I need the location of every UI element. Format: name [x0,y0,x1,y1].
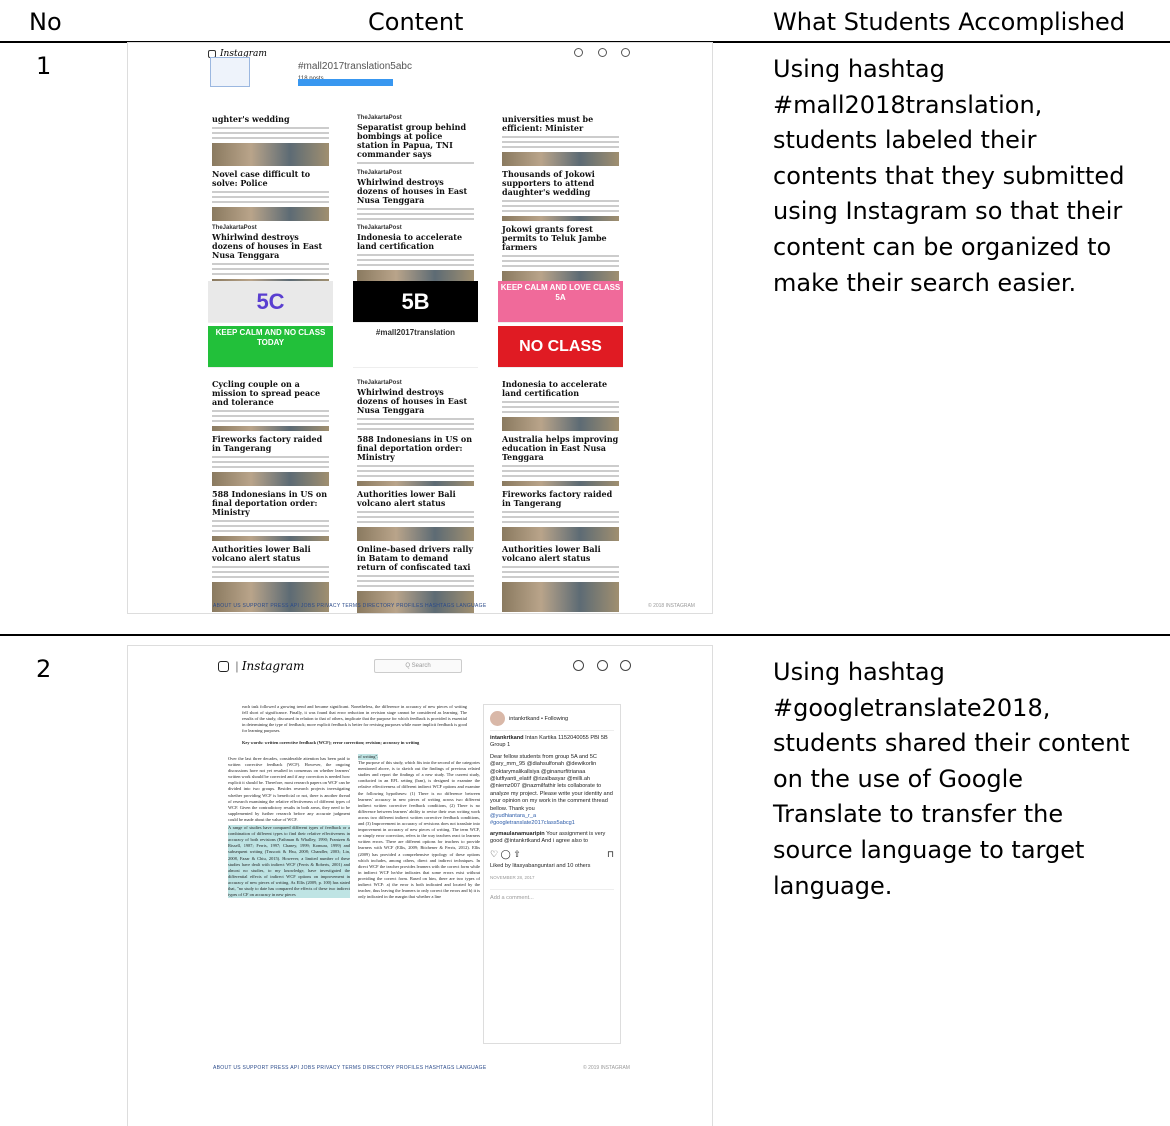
instagram-footer-links: ABOUT US SUPPORT PRESS API JOBS PRIVACY … [213,1065,487,1071]
post-caption-tags: @yudhiantara_r_a #googletranslate2017cla… [490,813,575,827]
paper-left-column: Over the last three decades, considerabl… [228,756,350,899]
post-header: intankrtkand • Following [490,711,614,731]
row1-description: Using hashtag #mall2018translation, studen… [773,52,1168,301]
news-headline: Fireworks factory raided in Tangerang [212,434,323,453]
paper-abstract: each task followed a growing trend and b… [242,704,467,734]
comment-icon: ◯ [500,848,511,859]
instagram-camera-icon [218,661,229,673]
class-poster: 5C [208,281,333,323]
description-line: #googletranslate2018, [773,693,1051,722]
highlighted-passage: A range of studies have compared differe… [228,825,350,899]
description-line: content can be organized to [773,232,1112,261]
news-headline: ughter's wedding [212,114,290,124]
class-poster: NO CLASS [498,326,623,368]
description-line: Using hashtag [773,55,945,83]
news-headline: 588 Indonesians in US on final deportati… [212,489,328,517]
post-comments-panel: intankrtkand • Following intankrtkand In… [483,704,621,1044]
paper-right-column: of writing". The purpose of this study, … [358,754,480,900]
profile-icon [621,48,630,57]
news-headline: Authorities lower Bali volcano alert sta… [212,544,311,563]
instagram-hashtag-screenshot: Instagram #mall2017translation5abc118 po… [127,42,713,614]
avatar [490,711,505,726]
news-post-tile: Authorities lower Bali volcano alert sta… [498,541,623,613]
news-brand: TheJakartaPost [357,115,402,121]
news-headline: universities must be efficient: Minister [502,114,594,133]
class-poster: KEEP CALM AND LOVE CLASS 5A [498,281,623,323]
header-content: Content [368,8,464,36]
post-caption: intankrtkand Intan Kartika 1152040055 PB… [490,735,608,749]
row2-description: Using hashtag #googletranslate2018, studen… [773,655,1168,904]
news-headline: Jokowi grants forest permits to Teluk Ja… [502,224,607,252]
class-poster: #mall2017translation [353,326,478,368]
news-headline: Indonesia to accelerate land certificati… [357,232,463,251]
description-line: students shared their content [773,729,1130,758]
add-comment-input: Add a comment... [490,888,614,902]
class-poster: 5B [353,281,478,323]
compass-icon [573,660,584,671]
row1-number: 1 [36,52,52,80]
news-headline: Authorities lower Bali volcano alert sta… [502,544,601,563]
heart-icon [598,48,607,57]
news-headline: Fireworks factory raided in Tangerang [502,489,613,508]
instagram-copyright: © 2019 INSTAGRAM [583,1065,630,1071]
search-input: Q Search [374,659,462,673]
description-line: language. [773,871,893,900]
news-headline: Whirlwind destroys dozens of houses in E… [357,177,468,205]
heart-icon: ♡ [490,848,499,859]
class-poster: KEEP CALM AND NO CLASS TODAY [208,326,333,368]
news-headline: Separatist group behind bombings at poli… [357,122,467,159]
description-line: students labeled their [773,126,1037,155]
description-line: contents that they submitted [773,161,1125,190]
compass-icon [574,48,583,57]
header-accomplished: What Students Accomplished [773,8,1126,36]
news-headline: Cycling couple on a mission to spread pe… [212,379,321,407]
instagram-topbar: | Instagram [218,659,304,673]
likes-count: Liked by litasyabanguntari and 10 others [490,863,591,870]
news-headline: Whirlwind destroys dozens of houses in E… [212,232,323,260]
profile-icon [620,660,631,671]
news-headline: Thousands of Jokowi supporters to attend… [502,169,595,197]
description-line: source language to target [773,835,1085,864]
description-line: on the use of Google [773,764,1024,793]
share-icon: ⇧ [513,848,521,859]
description-line: #mall2018translation, [773,90,1043,119]
hashtag-avatar [210,57,250,87]
news-headline: Australia helps improving education in E… [502,434,619,462]
instagram-post-screenshot: | Instagram Q Search each task followed … [127,645,713,1126]
news-photo [502,582,619,612]
row2-number: 2 [36,655,52,683]
header-no: No [29,8,62,36]
description-line: Using hashtag [773,658,945,686]
shared-paper-image: each task followed a growing trend and b… [228,704,483,1044]
instagram-logo: Instagram [241,659,305,673]
paper-keywords: Key words: written corrective feedback (… [242,740,420,745]
news-headline: Authorities lower Bali volcano alert sta… [357,489,456,508]
news-brand: TheJakartaPost [357,170,402,176]
bookmark-icon: ⊓ [606,848,614,859]
news-headline: Indonesia to accelerate land certificati… [502,379,608,398]
instagram-copyright: © 2018 INSTAGRAM [648,603,695,609]
row-divider [0,634,1170,636]
news-headline: Whirlwind destroys dozens of houses in E… [357,387,468,415]
description-line: Translate to transfer the [773,800,1064,829]
news-brand: TheJakartaPost [357,380,402,386]
news-brand: TheJakartaPost [212,225,257,231]
post-caption-body: Dear fellow students from group 5A and 5… [490,753,613,812]
news-headline: Novel case difficult to solve: Police [212,169,311,188]
instagram-footer-links: ABOUT US SUPPORT PRESS API JOBS PRIVACY … [213,603,487,609]
comment: arymaulanamuaripin Your assignment is ve… [490,830,606,845]
follow-button [298,79,393,86]
post-date: NOVEMBER 28, 2017 [490,874,535,880]
news-headline: 588 Indonesians in US on final deportati… [357,434,473,462]
heart-icon [597,660,608,671]
post-actions: ♡ ◯ ⇧ ⊓ [490,848,614,859]
news-brand: TheJakartaPost [357,225,402,231]
news-headline: Online-based drivers rally in Batam to d… [357,544,474,572]
description-line: make their search easier. [773,268,1077,297]
description-line: using Instagram so that their [773,197,1123,226]
